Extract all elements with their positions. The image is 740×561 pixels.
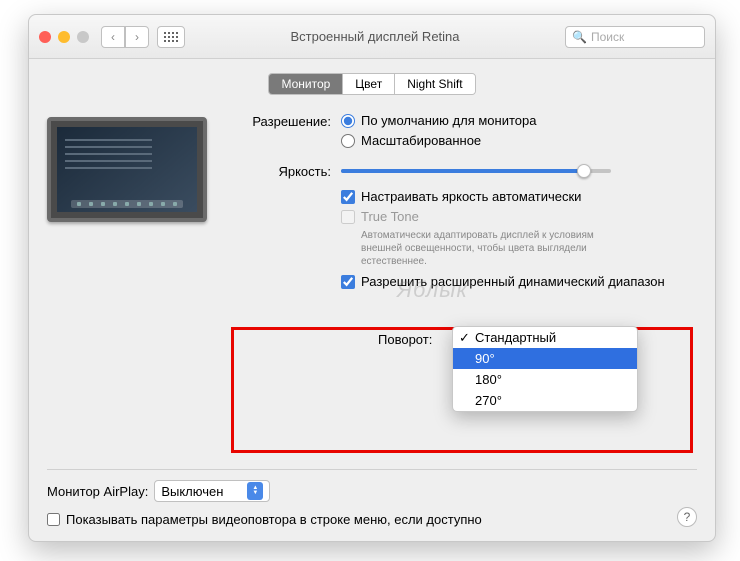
rotation-label: Поворот: xyxy=(378,332,432,347)
auto-brightness-checkbox[interactable]: Настраивать яркость автоматически xyxy=(341,189,697,204)
tab-monitor[interactable]: Монитор xyxy=(269,74,343,94)
brightness-label: Яркость: xyxy=(225,163,341,179)
settings-form: Разрешение: По умолчанию для монитора Ма… xyxy=(225,113,697,304)
tab-nightshift[interactable]: Night Shift xyxy=(395,74,474,94)
rotation-option-standard[interactable]: Стандартный xyxy=(453,327,637,348)
tabs: Монитор Цвет Night Shift xyxy=(47,73,697,95)
close-icon[interactable] xyxy=(39,31,51,43)
rotation-dropdown[interactable]: Стандартный 90° 180° 270° xyxy=(452,326,638,412)
footer: Монитор AirPlay: Выключен ▲▼ Показывать … xyxy=(47,449,697,527)
resolution-label: Разрешение: xyxy=(225,113,341,129)
resolution-default-radio[interactable]: По умолчанию для монитора xyxy=(341,113,697,128)
help-button[interactable]: ? xyxy=(677,507,697,527)
search-input[interactable]: 🔍 Поиск xyxy=(565,26,705,48)
show-all-button[interactable] xyxy=(157,26,185,48)
forward-button[interactable]: › xyxy=(125,26,149,48)
content: Монитор Цвет Night Shift Разрешение: xyxy=(29,59,715,541)
traffic-lights xyxy=(39,31,89,43)
rotation-option-180[interactable]: 180° xyxy=(453,369,637,390)
minimize-icon[interactable] xyxy=(58,31,70,43)
truetone-description: Автоматически адаптировать дисплей к усл… xyxy=(361,229,631,268)
window-title: Встроенный дисплей Retina xyxy=(185,29,565,44)
search-icon: 🔍 xyxy=(572,30,587,44)
back-button[interactable]: ‹ xyxy=(101,26,125,48)
chevron-updown-icon: ▲▼ xyxy=(247,482,263,500)
hdr-checkbox[interactable]: Разрешить расширенный динамический диапа… xyxy=(341,274,697,289)
zoom-icon xyxy=(77,31,89,43)
nav-buttons: ‹ › xyxy=(101,26,149,48)
preferences-window: ‹ › Встроенный дисплей Retina 🔍 Поиск Мо… xyxy=(28,14,716,542)
rotation-option-90[interactable]: 90° xyxy=(453,348,637,369)
titlebar: ‹ › Встроенный дисплей Retina 🔍 Поиск xyxy=(29,15,715,59)
truetone-checkbox[interactable]: True Tone xyxy=(341,209,697,224)
airplay-label: Монитор AirPlay: xyxy=(47,484,148,499)
airplay-select[interactable]: Выключен ▲▼ xyxy=(154,480,270,502)
highlight-box: Поворот: Стандартный 90° 180° 270° xyxy=(231,327,693,453)
brightness-slider[interactable] xyxy=(341,169,611,173)
resolution-scaled-radio[interactable]: Масштабированное xyxy=(341,133,697,148)
rotation-option-270[interactable]: 270° xyxy=(453,390,637,411)
mirror-checkbox[interactable]: Показывать параметры видеоповтора в стро… xyxy=(47,512,697,527)
tab-color[interactable]: Цвет xyxy=(343,74,395,94)
display-thumbnail xyxy=(47,117,207,222)
